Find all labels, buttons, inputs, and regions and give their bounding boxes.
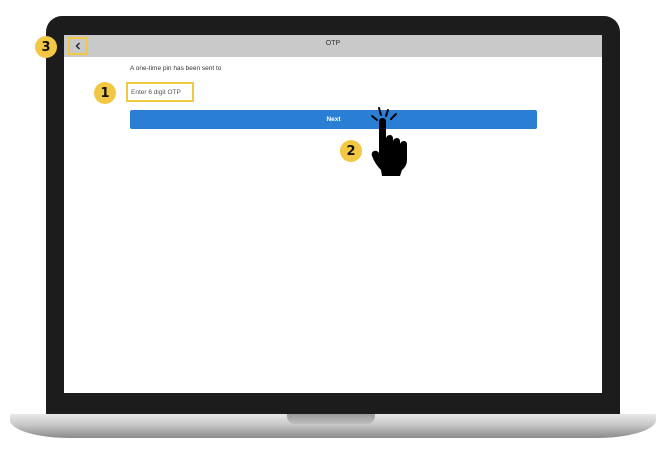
pointing-hand-icon xyxy=(371,107,407,176)
laptop-screen: OTP A one-time pin has been sent to Next xyxy=(64,35,602,393)
step-marker-2: 2 xyxy=(340,140,362,162)
otp-input[interactable] xyxy=(126,82,194,102)
laptop-notch xyxy=(287,414,375,424)
app-header: OTP xyxy=(64,35,602,57)
next-button[interactable]: Next xyxy=(130,110,537,129)
step-marker-1: 1 xyxy=(94,82,116,104)
page-title: OTP xyxy=(325,40,341,47)
step-marker-3: 3 xyxy=(35,36,57,58)
otp-sent-message: A one-time pin has been sent to xyxy=(130,65,222,72)
